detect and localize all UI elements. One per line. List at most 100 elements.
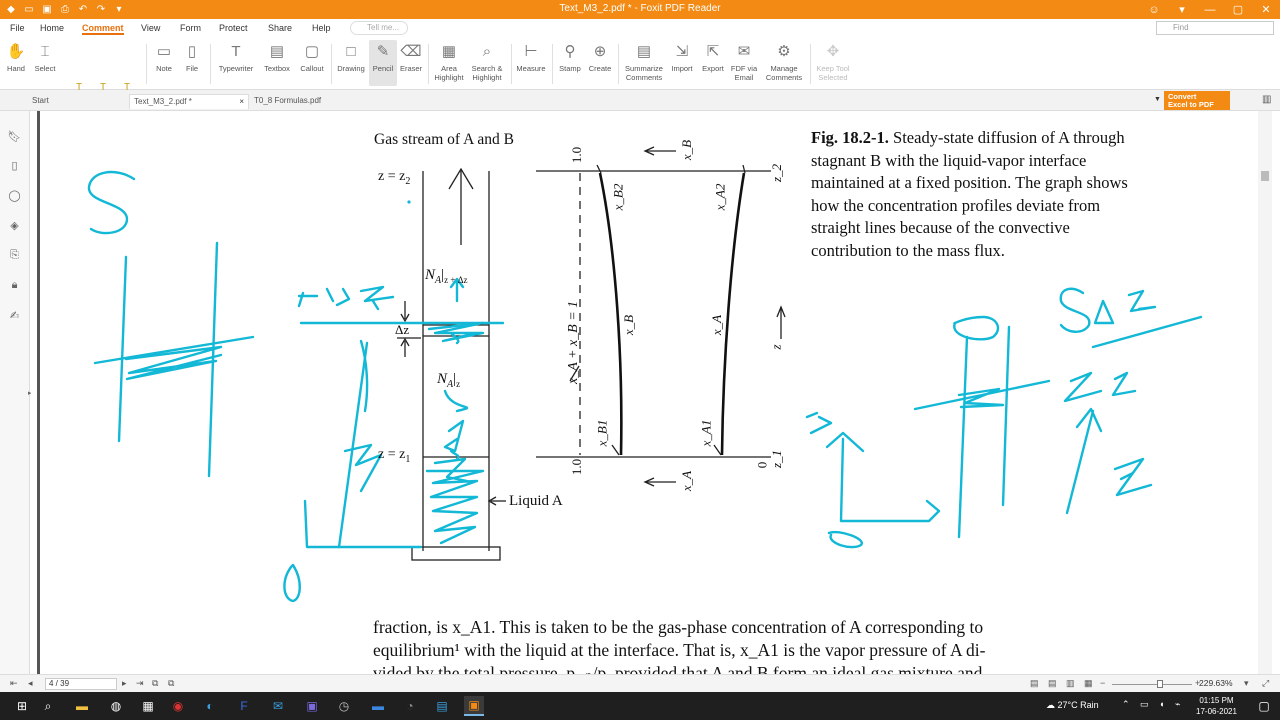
app-icon-6[interactable]: ▤ [432,696,452,716]
body-line-3: vided by the total pressure, pᵥₐₚ/p, pro… [373,663,983,674]
zoom-out-icon[interactable]: − [1100,678,1105,688]
find-input[interactable]: Find [1156,21,1274,35]
menu-view[interactable]: View [141,23,160,33]
summarize-comments-button[interactable]: ▤ Summarize Comments [622,40,666,83]
calculator-icon[interactable]: ▦ [138,696,158,716]
next-page-icon[interactable]: ▸ [122,678,127,689]
eraser-button[interactable]: ⌫ Eraser [398,40,424,74]
measure-button[interactable]: ⊢ Measure [514,40,548,74]
menu-share[interactable]: Share [268,23,292,33]
select-tool-button[interactable]: ⌶ Select [32,40,58,74]
file-explorer-icon[interactable]: ▬ [72,696,92,716]
area-highlight-button[interactable]: ▦ Area Highlight [432,40,466,83]
layers-icon[interactable]: ◈ [7,218,22,233]
fit-page-icon[interactable]: ⧉ [168,678,174,689]
drawing-button[interactable]: □ Drawing [335,40,367,74]
app-icon-2[interactable]: ▣ [302,696,322,716]
edge-icon[interactable]: ◐ [200,696,220,716]
bookmark-icon[interactable]: 🔖︎ [7,129,22,144]
security-icon[interactable]: 🔒︎ [7,278,22,293]
app-icon-5[interactable]: ◔ [400,696,420,716]
chrome-icon[interactable]: ◉ [168,696,188,716]
close-tab-icon[interactable]: × [239,95,244,109]
callout-button[interactable]: ▢ Callout [297,40,327,74]
panel-icon[interactable]: ▥ [1262,94,1271,105]
zoom-slider[interactable] [1112,684,1192,685]
import-button[interactable]: ⇲ Import [668,40,696,74]
keep-tool-selected-button[interactable]: ✥ Keep Tool Selected [812,40,854,83]
first-page-icon[interactable]: ⇤ [10,678,18,689]
typewriter-button[interactable]: T Typewriter [214,40,258,74]
windows-start-icon[interactable]: ⊞ [12,696,32,716]
attachments-icon[interactable]: ⎘ [7,248,22,263]
tab-dropdown-icon[interactable]: ▼ [1154,96,1161,103]
page-number-input[interactable]: 4 / 39 [45,678,117,690]
file-attach-button[interactable]: ▯ File [180,40,204,74]
foxit-phantom-icon[interactable]: F [234,696,254,716]
clock[interactable]: 01:15 PM 17-06-2021 [1196,695,1237,717]
menu-form[interactable]: Form [180,23,201,33]
weather-widget[interactable]: ☁ 27°C Rain [1046,700,1099,711]
close-button[interactable]: ✕ [1252,0,1280,19]
pencil-button[interactable]: ✎ Pencil [369,40,397,86]
previous-page-icon[interactable]: ◂ [28,678,33,689]
zoom-slider-knob[interactable] [1157,680,1163,688]
hand-tool-button[interactable]: ✋ Hand [4,40,28,74]
app-icon-1[interactable]: ◍ [106,696,126,716]
menu-protect[interactable]: Protect [219,23,248,33]
search-highlight-icon: ⌕ [482,42,492,60]
comments-icon[interactable]: ◯ [7,188,22,203]
convert-excel-banner[interactable]: Convert Excel to PDF [1164,91,1230,110]
notification-icon[interactable]: ▢ [1256,696,1272,716]
note-icon: ▭ [156,42,172,60]
copy-icon[interactable]: ⧉ [152,678,158,689]
settings-icon[interactable]: ▾ [1168,0,1196,19]
maximize-button[interactable]: ▢ [1224,0,1252,19]
tab-text-m3-2[interactable]: Text_M3_2.pdf * × [129,94,249,109]
app-icon-3[interactable]: ◷ [334,696,354,716]
continuous-icon[interactable]: ▤ [1048,678,1057,689]
note-button[interactable]: ▭ Note [152,40,176,74]
tab-start[interactable]: Start [28,94,128,109]
body-line-2: equilibrium¹ with the liquid at the inte… [373,640,986,660]
last-page-icon[interactable]: ⇥ [136,678,144,689]
single-page-icon[interactable]: ▤ [1030,678,1039,689]
xa1-label: x_A1 [698,419,714,447]
vertical-scrollbar[interactable] [1258,111,1272,674]
scroll-thumb[interactable] [1261,171,1269,181]
file-icon: ▯ [187,42,197,60]
fullscreen-icon[interactable]: ⤢ [1262,678,1269,689]
menu-home[interactable]: Home [40,23,64,33]
fdf-via-email-button[interactable]: ✉ FDF via Email [730,40,758,83]
foxit-reader-taskbar-icon[interactable]: ▣ [464,696,484,716]
mail-icon[interactable]: ✉ [268,696,288,716]
create-stamp-button[interactable]: ⊕ Create [586,40,614,74]
textbox-button[interactable]: ▤ Textbox [261,40,293,74]
zoom-level[interactable]: 229.63% [1199,678,1233,688]
caption-text: Steady-state diffusion of A through stag… [811,128,1128,260]
tell-me-input[interactable]: Tell me... [350,21,408,35]
facing-icon[interactable]: ▥ [1066,678,1075,689]
pin-icon: ✥ [826,42,840,60]
page-thumbnails-icon[interactable]: ▯ [7,158,22,173]
menu-help[interactable]: Help [312,23,331,33]
zoom-dropdown-icon[interactable]: ▾ [1244,678,1249,689]
stamp-button[interactable]: ⚲ Stamp [556,40,584,74]
menu-comment[interactable]: Comment [82,23,124,35]
area-highlight-icon: ▦ [441,42,457,60]
signature-icon[interactable]: ✍︎ [7,308,22,323]
z-axis-label: z [768,344,784,350]
tab-t0-8-formulas[interactable]: T0_8 Formulas.pdf [250,94,350,109]
menu-file[interactable]: File [10,23,25,33]
app-icon-4[interactable]: ▬ [368,696,388,716]
search-highlight-button[interactable]: ⌕ Search & Highlight [468,40,506,83]
export-button[interactable]: ⇱ Export [698,40,728,74]
document-view[interactable]: Gas stream of A and B z = z2 z = z1 Δz N… [31,111,1258,674]
continuous-facing-icon[interactable]: ▦ [1084,678,1093,689]
xa-arrow-label: x_A [679,470,695,492]
minimize-button[interactable]: — [1196,0,1224,19]
user-icon[interactable]: ☺ [1140,0,1168,19]
system-tray[interactable]: ⌃ ▭ ◖ ⌁ [1122,699,1184,710]
manage-comments-button[interactable]: ⚙ Manage Comments [760,40,808,83]
search-icon[interactable]: ⌕ [38,696,58,716]
